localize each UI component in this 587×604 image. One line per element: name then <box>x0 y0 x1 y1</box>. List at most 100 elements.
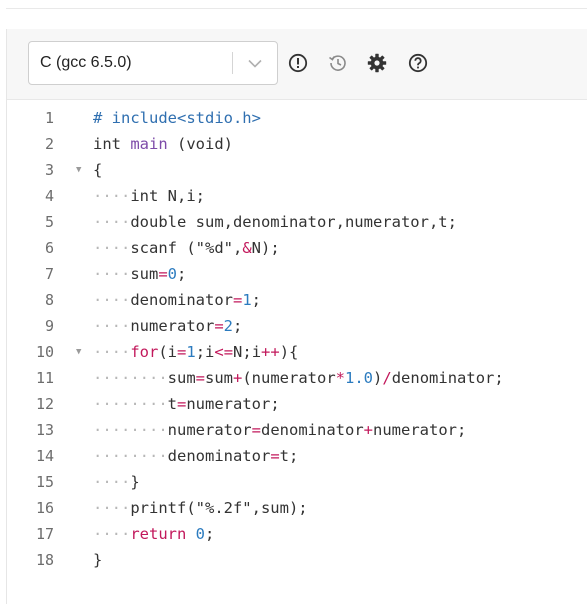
code-token: ; <box>205 525 215 543</box>
line-number: 3 <box>44 161 54 179</box>
code-text: ········denominator=t; <box>93 443 298 469</box>
code-text: ····int N,i; <box>93 183 205 209</box>
help-icon[interactable] <box>408 53 428 73</box>
code-line[interactable]: 4 ····int N,i; <box>7 183 587 209</box>
indent-guide: ········ <box>93 447 168 465</box>
code-line[interactable]: 10 ▼ ····for(i=1;i<=N;i++){ <box>7 339 587 365</box>
code-token: 1 <box>242 291 252 309</box>
code-token: 2 <box>223 317 234 335</box>
code-token: denominator <box>130 291 233 309</box>
code-token: numerator <box>130 317 215 335</box>
line-number: 17 <box>35 525 54 543</box>
code-token: t <box>167 395 177 413</box>
code-text: ····double sum,denominator,numerator,t; <box>93 209 457 235</box>
code-line[interactable]: 3 ▼ { <box>7 157 587 183</box>
code-text: ········sum=sum+(numerator*1.0)/denomina… <box>93 365 504 391</box>
code-token: = <box>270 447 280 465</box>
code-token: int N,i; <box>130 187 205 205</box>
line-number: 16 <box>35 499 54 517</box>
code-token: ; <box>233 317 243 335</box>
alert-icon[interactable] <box>288 53 308 73</box>
indent-guide: ········ <box>93 395 168 413</box>
line-number: 7 <box>44 265 54 283</box>
code-token: (i <box>158 343 177 361</box>
top-divider <box>6 8 587 9</box>
code-text: ········t=numerator; <box>93 391 280 417</box>
code-token: * <box>335 369 346 387</box>
code-line[interactable]: 12 ········t=numerator; <box>7 391 587 417</box>
line-number: 15 <box>35 473 54 491</box>
code-token: (numerator <box>242 369 336 387</box>
code-text: # include<stdio.h> <box>93 105 261 131</box>
code-line[interactable]: 14 ········denominator=t; <box>7 443 587 469</box>
indent-guide: ···· <box>93 187 131 205</box>
code-token: (void) <box>167 135 233 153</box>
code-line[interactable]: 6 ····scanf ("%d",&N); <box>7 235 587 261</box>
code-text: ····return 0; <box>93 521 214 547</box>
code-token: ++ <box>261 343 280 361</box>
code-token: denominator <box>261 421 364 439</box>
code-text: ····printf("%.2f",sum); <box>93 495 308 521</box>
fold-toggle-icon[interactable]: ▼ <box>76 157 81 183</box>
line-number: 9 <box>44 317 54 335</box>
indent-guide: ···· <box>93 343 131 361</box>
indent-guide: ········ <box>93 369 168 387</box>
code-token: 0 <box>195 525 206 543</box>
code-token: = <box>177 395 187 413</box>
code-line[interactable]: 11 ········sum=sum+(numerator*1.0)/denomi… <box>7 365 587 391</box>
line-number: 8 <box>44 291 54 309</box>
code-line[interactable]: 13 ········numerator=denominator+numerato… <box>7 417 587 443</box>
code-text: { <box>93 157 102 183</box>
code-token: numerator; <box>373 421 467 439</box>
code-token: 1 <box>186 343 196 361</box>
code-token: = <box>158 265 168 283</box>
code-token: + <box>233 369 243 387</box>
code-line[interactable]: 8 ····denominator=1; <box>7 287 587 313</box>
editor-toolbar: C (gcc 6.5.0) <box>7 29 587 100</box>
line-number: 6 <box>44 239 54 257</box>
code-token: printf("%.2f",sum); <box>130 499 308 517</box>
history-icon[interactable] <box>328 53 348 73</box>
code-line[interactable]: 9 ····numerator=2; <box>7 313 587 339</box>
code-token: { <box>93 161 103 179</box>
code-line[interactable]: 1 # include<stdio.h> <box>7 105 587 131</box>
line-number: 11 <box>35 369 54 387</box>
code-token: 0 <box>167 265 178 283</box>
code-token: sum <box>130 265 159 283</box>
code-text: } <box>93 547 102 573</box>
code-line[interactable]: 17 ····return 0; <box>7 521 587 547</box>
code-line[interactable]: 5 ····double sum,denominator,numerator,t; <box>7 209 587 235</box>
fold-toggle-icon[interactable]: ▼ <box>76 339 81 365</box>
line-number: 14 <box>35 447 54 465</box>
line-number: 4 <box>44 187 54 205</box>
code-token: sum <box>205 369 233 387</box>
code-token: + <box>363 421 373 439</box>
indent-guide: ···· <box>93 525 131 543</box>
line-number: 18 <box>35 551 54 569</box>
code-token: return <box>130 525 187 543</box>
code-line[interactable]: 18} <box>7 547 587 573</box>
code-token: = <box>195 369 205 387</box>
code-text: ····numerator=2; <box>93 313 242 339</box>
code-token: scanf ("%d", <box>130 239 243 257</box>
code-token: denominator; <box>391 369 504 387</box>
code-text: ········numerator=denominator+numerator; <box>93 417 466 443</box>
language-select[interactable]: C (gcc 6.5.0) <box>28 41 278 85</box>
code-editor: C (gcc 6.5.0) 1 # include<stdio.h> 2 int… <box>6 29 587 604</box>
line-number: 2 <box>44 135 54 153</box>
line-number: 10 <box>35 343 54 361</box>
code-text: int main (void) <box>93 131 233 157</box>
code-token: denominator <box>167 447 271 465</box>
code-line[interactable]: 2 int main (void) <box>7 131 587 157</box>
code-area[interactable]: 1 # include<stdio.h> 2 int main (void) 3 ▼ {4 ·… <box>7 100 587 604</box>
code-token: 1.0 <box>345 369 374 387</box>
code-token: sum <box>167 369 196 387</box>
line-number: 13 <box>35 421 54 439</box>
code-line[interactable]: 7 ····sum=0; <box>7 261 587 287</box>
code-line[interactable]: 16 ····printf("%.2f",sum); <box>7 495 587 521</box>
code-line[interactable]: 15 ····} <box>7 469 587 495</box>
code-text: ····denominator=1; <box>93 287 261 313</box>
chevron-down-icon[interactable] <box>233 42 277 84</box>
gear-icon[interactable] <box>367 53 387 73</box>
